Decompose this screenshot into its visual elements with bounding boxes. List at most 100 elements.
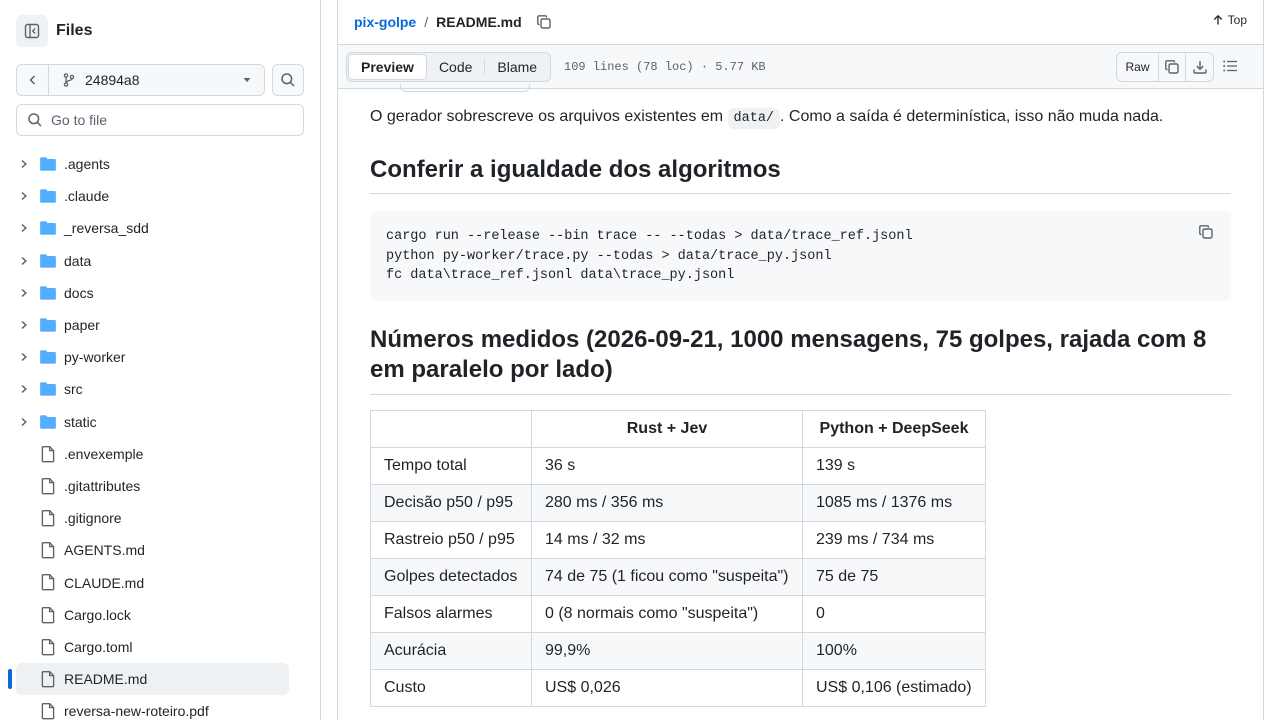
branch-controls: 24894a8	[16, 64, 304, 96]
file-icon	[39, 638, 57, 656]
file-icon	[39, 670, 57, 688]
chevron-right-icon[interactable]	[18, 254, 30, 268]
tree-item-label: src	[64, 381, 83, 398]
tree-folder-item[interactable]: .agents	[0, 148, 320, 180]
chevron-right-icon[interactable]	[18, 286, 30, 300]
partial-element	[400, 84, 530, 92]
folder-icon	[39, 284, 57, 302]
copy-icon	[1165, 60, 1179, 74]
tree-folder-item[interactable]: _reversa_sdd	[0, 212, 320, 244]
table-header-row: Rust + Jev Python + DeepSeek	[370, 410, 986, 448]
table-cell: 1085 ms / 1376 ms	[802, 484, 986, 522]
file-tree: .agents .claude _reversa_sdddata docs paper p…	[0, 148, 320, 720]
file-actions: Raw	[1116, 52, 1214, 82]
sidebar-collapse-button[interactable]	[16, 15, 48, 47]
list-outline-icon	[1223, 60, 1237, 72]
copy-icon	[1199, 225, 1213, 239]
tree-folder-item[interactable]: data	[0, 245, 320, 277]
table-header-cell: Python + DeepSeek	[802, 410, 986, 448]
table-cell: 0	[802, 595, 986, 633]
outline-button[interactable]	[1222, 58, 1240, 76]
tree-folder-item[interactable]: src	[0, 373, 320, 405]
copy-raw-button[interactable]	[1159, 53, 1186, 81]
folder-icon	[39, 316, 57, 334]
tree-item-label: _reversa_sdd	[64, 220, 149, 237]
tree-file-item[interactable]: Cargo.toml	[0, 631, 320, 663]
tab-preview[interactable]: Preview	[348, 54, 427, 80]
tab-code[interactable]: Code	[427, 54, 484, 80]
tree-file-item[interactable]: Cargo.lock	[0, 599, 320, 631]
go-to-file-field[interactable]	[16, 104, 304, 136]
table-cell: Golpes detectados	[370, 558, 532, 596]
table-cell: 36 s	[531, 447, 803, 485]
tree-item-label: README.md	[64, 671, 148, 688]
folder-icon	[39, 413, 57, 431]
chevron-right-icon[interactable]	[18, 221, 30, 235]
code-line: cargo run --release --bin trace -- --tod…	[386, 229, 913, 244]
chevron-right-icon[interactable]	[18, 350, 30, 364]
tree-item-label: Cargo.toml	[64, 638, 133, 655]
table-cell: US$ 0,106 (estimado)	[802, 669, 986, 707]
folder-icon	[39, 252, 57, 270]
code-line: python py-worker/trace.py --todas > data…	[386, 248, 832, 264]
sidebar-collapse-icon	[24, 23, 40, 39]
tree-file-item[interactable]: reversa-new-roteiro.pdf	[0, 695, 320, 720]
sidebar-header: Files	[16, 15, 92, 47]
paragraph-text-end: . Como a saída é determinística, isso nã…	[780, 108, 1164, 125]
copy-code-button[interactable]	[1198, 224, 1216, 242]
tree-item-label: py-worker	[64, 349, 126, 366]
tree-folder-item[interactable]: .claude	[0, 180, 320, 212]
paragraph: O gerador sobrescreve os arquivos existe…	[370, 108, 1164, 129]
search-button[interactable]	[272, 64, 304, 96]
inline-code: data/	[727, 108, 781, 129]
file-icon	[39, 702, 57, 720]
folder-icon	[39, 348, 57, 366]
breadcrumb-repo-link[interactable]: pix-golpe	[354, 14, 416, 30]
file-icon	[39, 606, 57, 624]
branch-name: 24894a8	[85, 72, 140, 88]
tree-file-item[interactable]: README.md	[0, 663, 320, 695]
tree-file-item[interactable]: .gitattributes	[0, 470, 320, 502]
tree-item-label: CLAUDE.md	[64, 574, 145, 591]
copy-path-button[interactable]	[536, 13, 554, 31]
chevron-right-icon[interactable]	[18, 157, 30, 171]
branch-selector[interactable]: 24894a8	[48, 64, 265, 96]
table-cell: 0 (8 normais como "suspeita")	[531, 595, 803, 633]
selected-indicator	[8, 669, 12, 689]
file-viewer: pix-golpe / README.md Top Preview Code B…	[337, 0, 1264, 720]
tree-file-item[interactable]: .gitignore	[0, 502, 320, 534]
table-header-cell	[370, 410, 532, 448]
tree-item-label: AGENTS.md	[64, 542, 145, 559]
tree-folder-item[interactable]: static	[0, 406, 320, 438]
breadcrumb-bar: pix-golpe / README.md Top	[338, 0, 1263, 45]
tree-item-label: .gitattributes	[64, 477, 141, 494]
table-cell: 139 s	[802, 447, 986, 485]
go-to-file-input[interactable]	[51, 112, 291, 128]
tree-folder-item[interactable]: paper	[0, 309, 320, 341]
heading-line: em paralelo por lado)	[370, 356, 613, 383]
download-icon	[1192, 61, 1207, 74]
tree-folder-item[interactable]: py-worker	[0, 341, 320, 373]
tree-item-label: .envexemple	[64, 445, 144, 462]
back-to-top-button[interactable]: Top	[1212, 13, 1247, 27]
file-icon	[39, 509, 57, 527]
table-cell: Custo	[370, 669, 532, 707]
chevron-right-icon[interactable]	[18, 318, 30, 332]
table-cell: Falsos alarmes	[370, 595, 532, 633]
tab-blame[interactable]: Blame	[485, 54, 549, 80]
tree-item-label: .claude	[64, 188, 110, 205]
table-cell: Tempo total	[370, 447, 532, 485]
chevron-right-icon[interactable]	[18, 415, 30, 429]
folder-icon	[39, 155, 57, 173]
chevron-right-icon[interactable]	[18, 189, 30, 203]
chevron-right-icon[interactable]	[18, 382, 30, 396]
download-button[interactable]	[1186, 53, 1213, 81]
results-table: Rust + Jev Python + DeepSeek Tempo total…	[370, 410, 986, 707]
tree-file-item[interactable]: AGENTS.md	[0, 534, 320, 566]
tree-folder-item[interactable]: docs	[0, 277, 320, 309]
tree-file-item[interactable]: CLAUDE.md	[0, 566, 320, 598]
raw-button[interactable]: Raw	[1117, 53, 1159, 81]
tree-file-item[interactable]: .envexemple	[0, 438, 320, 470]
table-cell: Rastreio p50 / p95	[370, 521, 532, 559]
back-button[interactable]	[16, 64, 48, 96]
